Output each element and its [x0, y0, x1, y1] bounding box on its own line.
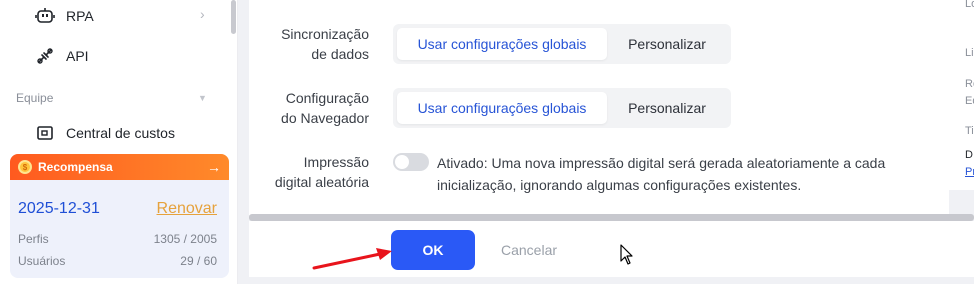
annotation-arrow-icon — [312, 248, 392, 270]
sync-segmented-control: Usar configurações globais Personalizar — [393, 24, 731, 64]
section-label-equipe: Equipe — [16, 91, 54, 105]
sidebar-item-label: RPA — [66, 8, 94, 24]
sync-label-line-1: Sincronização — [281, 26, 369, 42]
fingerprint-toggle[interactable] — [393, 153, 429, 171]
reward-header[interactable]: $ Recompensa → — [10, 154, 229, 180]
browser-global-option[interactable]: Usar configurações globais — [397, 92, 607, 124]
right-panel-text: Re — [965, 78, 974, 90]
right-panel-text: D — [965, 149, 973, 161]
sidebar-item-cost-center[interactable]: Central de custos — [34, 121, 175, 145]
sidebar-item-api[interactable]: API — [34, 44, 89, 68]
fingerprint-label: Impressão digital aleatória — [249, 152, 369, 192]
users-row: Usuários 29 / 60 — [18, 254, 217, 268]
reward-card: $ Recompensa → 2025-12-31 Renovar Perfis… — [10, 154, 229, 278]
sidebar-item-rpa[interactable]: RPA — [34, 4, 94, 28]
right-panel-text: Ti — [965, 125, 974, 137]
caret-down-icon[interactable]: ▼ — [198, 93, 207, 103]
right-panel-text: Ed — [965, 95, 974, 107]
right-panel-text: Lo — [965, 0, 974, 10]
profiles-label: Perfis — [18, 232, 49, 246]
fingerprint-description: Ativado: Uma nova impressão digital será… — [437, 155, 886, 193]
browser-label-line-2: do Navegador — [281, 110, 369, 126]
users-value: 29 / 60 — [180, 254, 217, 268]
sync-global-option[interactable]: Usar configurações globais — [397, 28, 607, 60]
fingerprint-label-line-2: digital aleatória — [274, 174, 369, 190]
browser-label-line-1: Configuração — [285, 90, 369, 106]
right-panel: Lo Li Re Ed Ti D Pr — [949, 0, 974, 190]
browser-label: Configuração do Navegador — [249, 88, 369, 128]
sidebar-item-label: API — [66, 48, 89, 64]
plug-icon — [34, 45, 56, 67]
users-label: Usuários — [18, 254, 66, 268]
toggle-knob — [395, 155, 409, 169]
cost-center-icon — [34, 122, 56, 144]
mouse-cursor-icon — [620, 244, 633, 265]
arrow-right-icon[interactable]: → — [207, 159, 221, 175]
sync-label: Sincronização de dados — [249, 24, 369, 64]
sync-custom-option[interactable]: Personalizar — [607, 28, 727, 60]
reward-title: Recompensa — [38, 160, 113, 174]
renew-link[interactable]: Renovar — [157, 200, 217, 218]
browser-segmented-control: Usar configurações globais Personalizar — [393, 88, 731, 128]
profiles-value: 1305 / 2005 — [153, 232, 217, 246]
sidebar-scrollbar[interactable] — [231, 0, 236, 34]
sidebar-item-label: Central de custos — [66, 125, 175, 141]
coin-icon: $ — [18, 160, 32, 174]
sidebar: RPA › API Equipe ▼ Central de custos $ R… — [0, 0, 238, 284]
robot-icon — [34, 5, 56, 27]
chevron-right-icon: › — [200, 6, 205, 22]
reward-expiry-date: 2025-12-31 — [18, 200, 100, 217]
horizontal-scrollbar[interactable] — [249, 214, 974, 221]
sync-label-line-2: de dados — [311, 46, 369, 62]
right-panel-link[interactable]: Pr — [965, 166, 974, 178]
app-root: RPA › API Equipe ▼ Central de custos $ R… — [0, 0, 974, 284]
fingerprint-label-line-1: Impressão — [303, 154, 369, 170]
browser-custom-option[interactable]: Personalizar — [607, 92, 727, 124]
cancel-button[interactable]: Cancelar — [487, 230, 571, 270]
profiles-row: Perfis 1305 / 2005 — [18, 232, 217, 246]
right-panel-text: Li — [965, 47, 974, 59]
ok-button[interactable]: OK — [391, 230, 475, 270]
